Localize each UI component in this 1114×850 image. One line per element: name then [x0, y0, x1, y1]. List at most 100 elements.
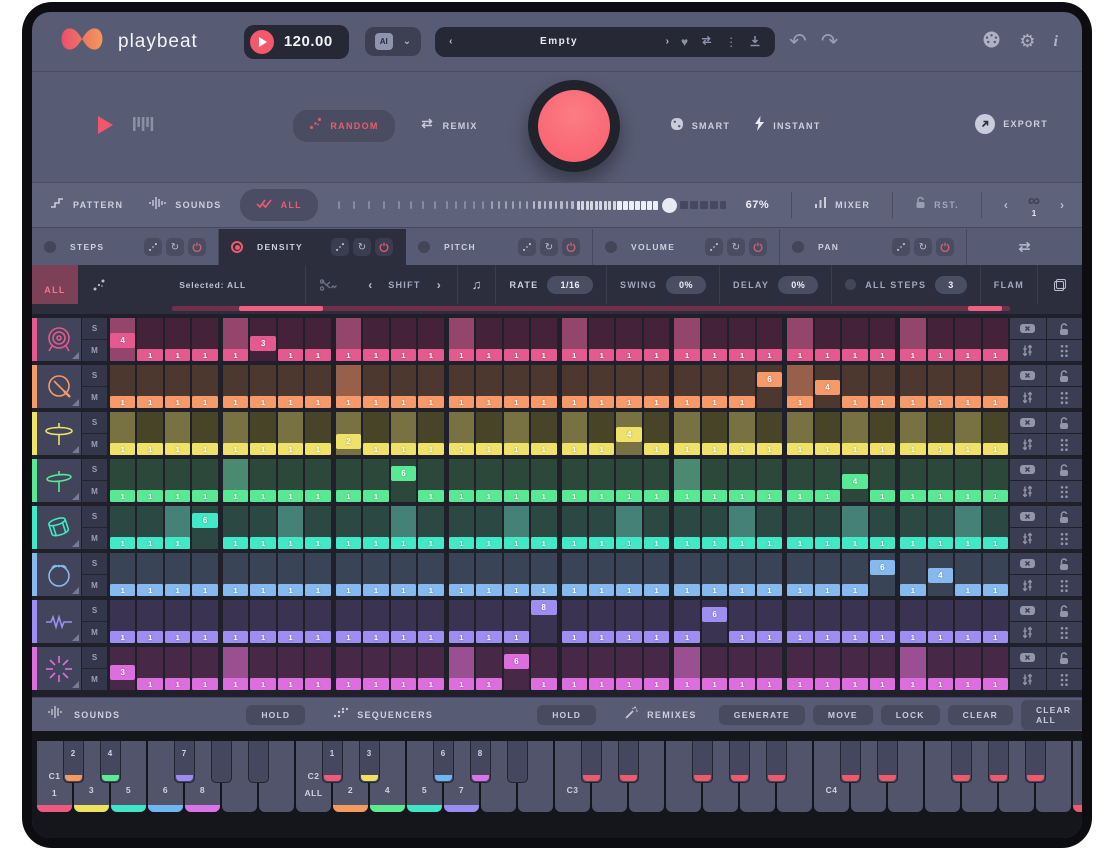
black-key[interactable]	[840, 741, 861, 783]
refresh-icon[interactable]: ↻	[914, 238, 932, 256]
step-value-1[interactable]: 1	[589, 584, 614, 596]
step-value-1[interactable]: 1	[305, 349, 330, 361]
step-cell[interactable]: 1	[504, 506, 529, 549]
step-value-1[interactable]: 1	[476, 349, 501, 361]
track-filter-icon[interactable]	[1010, 340, 1046, 361]
black-key[interactable]	[507, 741, 528, 783]
step-cell[interactable]: 1	[165, 647, 190, 690]
step-value-1[interactable]: 1	[729, 396, 754, 408]
step-value-1[interactable]: 1	[391, 443, 416, 455]
generate-button[interactable]: GENERATE	[719, 705, 805, 725]
step-value-1[interactable]: 1	[336, 349, 361, 361]
step-value-4[interactable]: 4	[110, 333, 135, 348]
step-value-1[interactable]: 1	[504, 490, 529, 502]
step-cell[interactable]: 1	[476, 412, 501, 455]
black-key[interactable]	[988, 741, 1009, 783]
randomize-icon[interactable]	[331, 238, 349, 256]
s-row-label[interactable]: S	[82, 647, 107, 668]
step-cell[interactable]: 1	[110, 506, 135, 549]
track-filter-icon[interactable]	[1010, 528, 1046, 549]
step-value-1[interactable]: 1	[305, 443, 330, 455]
step-cell[interactable]: 1	[674, 318, 699, 361]
step-cell[interactable]: 1	[250, 506, 275, 549]
step-cell[interactable]: 1	[391, 506, 416, 549]
black-key[interactable]	[729, 741, 750, 783]
step-cell[interactable]: 1	[305, 459, 330, 502]
favorite-heart-icon[interactable]: ♥	[681, 36, 688, 48]
step-value-1[interactable]: 1	[562, 349, 587, 361]
step-cell[interactable]: 1	[476, 553, 501, 596]
step-value-1[interactable]: 1	[305, 537, 330, 549]
step-value-4[interactable]: 4	[928, 568, 953, 583]
randomize-icon[interactable]	[705, 238, 723, 256]
step-value-1[interactable]: 1	[729, 349, 754, 361]
step-value-1[interactable]: 1	[110, 584, 135, 596]
power-icon[interactable]	[562, 238, 580, 256]
step-value-1[interactable]: 1	[336, 584, 361, 596]
black-key[interactable]: 4	[100, 741, 121, 783]
step-cell[interactable]: 1	[336, 365, 361, 408]
step-value-1[interactable]: 1	[644, 584, 669, 596]
step-value-1[interactable]: 1	[305, 678, 330, 690]
step-cell[interactable]: 1	[223, 318, 248, 361]
step-cell[interactable]: 1	[983, 647, 1008, 690]
step-value-1[interactable]: 1	[305, 584, 330, 596]
step-cell[interactable]: 1	[165, 553, 190, 596]
step-cell[interactable]: 1	[729, 459, 754, 502]
step-cell[interactable]: 1	[223, 647, 248, 690]
m-row-label[interactable]: M	[82, 339, 107, 361]
step-value-1[interactable]: 1	[870, 678, 895, 690]
step-cell[interactable]: 1	[305, 506, 330, 549]
step-value-1[interactable]: 1	[757, 443, 782, 455]
step-value-1[interactable]: 1	[562, 584, 587, 596]
step-cell[interactable]: 1	[900, 318, 925, 361]
step-cell[interactable]: 1	[955, 365, 980, 408]
step-value-1[interactable]: 1	[223, 349, 248, 361]
clear-button[interactable]: CLEAR	[948, 705, 1013, 725]
randomize-icon[interactable]	[518, 238, 536, 256]
track-drag-dots-icon[interactable]	[1047, 528, 1083, 549]
step-value-1[interactable]: 1	[305, 631, 330, 643]
step-value-1[interactable]: 1	[955, 537, 980, 549]
step-value-1[interactable]: 1	[476, 631, 501, 643]
step-cell[interactable]: 1	[900, 506, 925, 549]
step-value-1[interactable]: 1	[278, 396, 303, 408]
step-cell[interactable]: 1	[870, 412, 895, 455]
random-button[interactable]: RANDOM	[293, 110, 394, 142]
step-value-1[interactable]: 1	[928, 678, 953, 690]
step-value-1[interactable]: 1	[702, 537, 727, 549]
step-value-1[interactable]: 1	[363, 396, 388, 408]
step-cell[interactable]: 1	[504, 459, 529, 502]
step-cell[interactable]: 1	[870, 647, 895, 690]
sounds-hold-button[interactable]: HOLD	[246, 705, 305, 725]
track-filter-icon[interactable]	[1010, 387, 1046, 408]
m-row-label[interactable]: M	[82, 433, 107, 455]
step-value-1[interactable]: 1	[449, 584, 474, 596]
step-cell[interactable]: 1	[363, 459, 388, 502]
white-key[interactable]	[1073, 741, 1082, 812]
step-value-1[interactable]: 1	[842, 678, 867, 690]
step-cell[interactable]: 1	[391, 412, 416, 455]
step-value-1[interactable]: 1	[165, 396, 190, 408]
step-cell[interactable]: 1	[110, 412, 135, 455]
step-cell[interactable]: 1	[223, 506, 248, 549]
step-cell[interactable]: 1	[870, 318, 895, 361]
step-value-1[interactable]: 1	[900, 490, 925, 502]
step-cell[interactable]: 1	[165, 506, 190, 549]
step-cell[interactable]: 1	[531, 365, 556, 408]
step-cell[interactable]: 1	[702, 553, 727, 596]
step-value-1[interactable]: 1	[476, 678, 501, 690]
step-value-1[interactable]: 1	[363, 537, 388, 549]
shuffle-preset-icon[interactable]	[700, 35, 713, 48]
step-value-1[interactable]: 1	[787, 678, 812, 690]
step-cell[interactable]: 6	[870, 553, 895, 596]
step-value-1[interactable]: 1	[562, 631, 587, 643]
step-cell[interactable]: 4	[110, 318, 135, 361]
step-value-1[interactable]: 1	[787, 396, 812, 408]
step-cell[interactable]: 1	[729, 412, 754, 455]
step-cell[interactable]: 1	[955, 647, 980, 690]
step-cell[interactable]: 1	[504, 412, 529, 455]
move-button[interactable]: MOVE	[813, 705, 873, 725]
step-cell[interactable]: 1	[955, 506, 980, 549]
black-key[interactable]	[581, 741, 602, 783]
